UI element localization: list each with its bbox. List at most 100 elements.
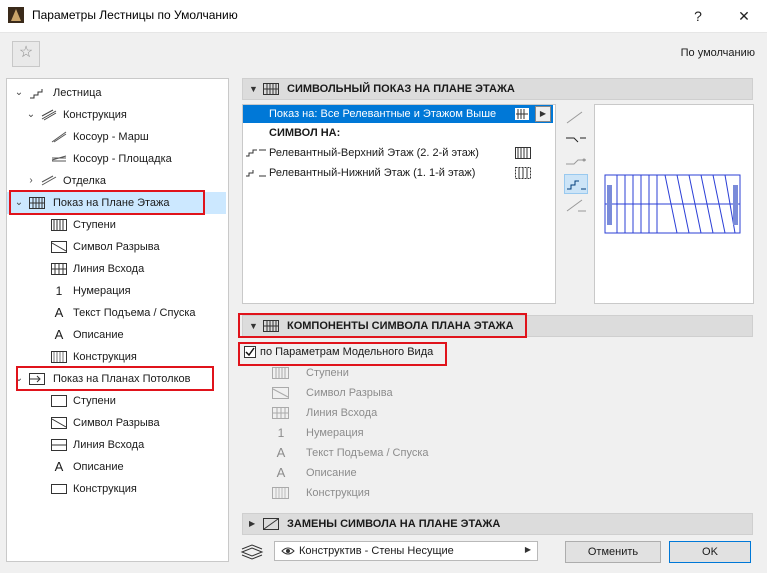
break-mark-icon [272, 387, 290, 399]
structure-icon [41, 109, 57, 121]
floor-plan-icon [263, 83, 279, 95]
default-label: По умолчанию [680, 47, 755, 59]
rcp-description-icon: A [54, 459, 64, 474]
break-mark-icon [51, 241, 67, 253]
tree-item-label: Описание [73, 461, 124, 473]
component-label: Линия Всхода [306, 407, 378, 419]
component-label: Символ Разрыва [306, 387, 393, 399]
symbol-row-label: Релевантный-Верхний Этаж (2. 2-й этаж) [269, 147, 479, 159]
chevron-down-icon[interactable]: ⌄ [25, 104, 37, 126]
tree-item-label: Косоур - Площадка [73, 153, 172, 165]
tree-item-structure-plan[interactable]: Конструкция [7, 346, 226, 368]
treads-icon [51, 219, 67, 231]
numbering-icon: 1 [277, 426, 285, 440]
view-lower-selected-icon[interactable] [564, 174, 588, 194]
show-on-label: Показ на: Все Релевантные и Этажом Выше [269, 108, 497, 120]
tree-item-label: Отделка [63, 175, 106, 187]
overrides-panel-header[interactable]: ▶ ЗАМЕНЫ СИМВОЛА НА ПЛАНЕ ЭТАЖА [242, 513, 753, 535]
panel-title: СИМВОЛЬНЫЙ ПОКАЗ НА ПЛАНЕ ЭТАЖА [287, 83, 515, 95]
tree-item-label: Нумерация [73, 285, 131, 297]
rcp-break-mark-icon [51, 417, 67, 429]
symbol-view-toolbar [562, 104, 588, 302]
tree-item-label: Ступени [73, 395, 116, 407]
tree-item-finish[interactable]: › Отделка [7, 170, 226, 192]
tree-item-rcp-break-mark[interactable]: Символ Разрыва [7, 412, 226, 434]
floor-plan-icon [515, 108, 529, 120]
tree-item-rcp-walking-line[interactable]: Линия Всхода [7, 434, 226, 456]
tree-item-break-mark[interactable]: Символ Разрыва [7, 236, 226, 258]
settings-tree: ⌄ Лестница ⌄ Конструкция Косоур - Марш К… [6, 78, 229, 562]
highlight-box-components [238, 313, 527, 338]
symbol-display-list: Показ на: Все Релевантные и Этажом Выше … [242, 104, 556, 304]
treads-icon [515, 147, 531, 159]
eye-icon [281, 545, 295, 557]
view-lower-icon[interactable] [564, 196, 588, 216]
show-on-row[interactable]: Показ на: Все Релевантные и Этажом Выше … [243, 105, 553, 123]
tree-item-description[interactable]: A Описание [7, 324, 226, 346]
expand-triangle-icon[interactable]: ▶ [249, 519, 255, 528]
upper-story-icon [245, 147, 267, 159]
tree-item-treads[interactable]: Ступени [7, 214, 226, 236]
finish-icon [41, 175, 57, 187]
tree-item-structure[interactable]: ⌄ Конструкция [7, 104, 226, 126]
tree-item-label: Символ Разрыва [73, 417, 160, 429]
description-icon: A [276, 465, 286, 480]
cancel-button[interactable]: Отменить [565, 541, 661, 563]
component-label: Описание [306, 467, 357, 479]
model-view-value: Конструктив - Стены Несущие [299, 545, 454, 557]
tree-item-label: Косоур - Марш [73, 131, 149, 143]
walking-line-icon [272, 407, 290, 419]
tree-item-up-down-text[interactable]: A Текст Подъема / Спуска [7, 302, 226, 324]
view-upper-icon[interactable] [564, 108, 588, 128]
close-button[interactable]: ✕ [732, 4, 756, 28]
tree-item-numbering[interactable]: 1 Нумерация [7, 280, 226, 302]
tree-item-label: Описание [73, 329, 124, 341]
help-button[interactable]: ? [686, 4, 710, 28]
model-view-combo[interactable]: Конструктив - Стены Несущие ▶ [274, 541, 538, 561]
layers-icon [240, 542, 264, 560]
tree-item-label: Линия Всхода [73, 263, 145, 275]
rcp-treads-icon [51, 395, 67, 407]
component-label: Конструкция [306, 487, 370, 499]
component-label: Текст Подъема / Спуска [306, 447, 429, 459]
tree-item-label: Ступени [73, 219, 116, 231]
component-label: Нумерация [306, 427, 364, 439]
break-mark-icon [515, 167, 531, 179]
app-icon [8, 7, 24, 23]
symbol-row-lower[interactable]: Релевантный-Нижний Этаж (1. 1-й этаж) [243, 163, 553, 183]
symbol-display-panel-header[interactable]: ▼ СИМВОЛЬНЫЙ ПОКАЗ НА ПЛАНЕ ЭТАЖА [242, 78, 753, 100]
structure-plan-icon [51, 351, 67, 363]
symbol-row-label: Релевантный-Нижний Этаж (1. 1-й этаж) [269, 167, 476, 179]
tree-item-label: Лестница [53, 87, 102, 99]
view-middle-icon[interactable] [564, 152, 588, 172]
arrow-right-icon[interactable]: ▶ [535, 106, 551, 122]
up-down-text-icon: A [276, 445, 286, 460]
rcp-structure-icon [51, 483, 67, 495]
tree-item-rcp-description[interactable]: A Описание [7, 456, 226, 478]
tree-item-stringer-landing[interactable]: Косоур - Площадка [7, 148, 226, 170]
collapse-triangle-icon[interactable]: ▼ [249, 84, 258, 94]
up-down-text-icon: A [54, 305, 64, 320]
component-label: Ступени [306, 367, 349, 379]
tree-item-stair[interactable]: ⌄ Лестница [7, 82, 226, 104]
stair-icon [29, 87, 45, 99]
window-title: Параметры Лестницы по Умолчанию [32, 8, 238, 22]
combo-arrow-icon: ▶ [524, 545, 531, 554]
highlight-box-floor-plan [9, 190, 205, 215]
tree-item-walking-line[interactable]: Линия Всхода [7, 258, 226, 280]
tree-item-rcp-treads[interactable]: Ступени [7, 390, 226, 412]
chevron-down-icon[interactable]: ⌄ [13, 82, 25, 104]
symbol-on-label: СИМВОЛ НА: [269, 127, 341, 139]
override-icon [263, 518, 279, 530]
ok-button[interactable]: OK [669, 541, 751, 563]
numbering-icon: 1 [55, 284, 63, 298]
tree-item-stringer-flight[interactable]: Косоур - Марш [7, 126, 226, 148]
view-upper-full-icon[interactable] [564, 130, 588, 150]
tree-item-rcp-structure[interactable]: Конструкция [7, 478, 226, 500]
symbol-row-upper[interactable]: Релевантный-Верхний Этаж (2. 2-й этаж) [243, 143, 553, 163]
title-bar: Параметры Лестницы по Умолчанию ? ✕ [0, 0, 767, 33]
tree-item-label: Символ Разрыва [73, 241, 160, 253]
chevron-right-icon[interactable]: › [25, 170, 37, 192]
favorites-star-button[interactable]: ☆ [12, 41, 40, 67]
structure-icon [272, 487, 290, 499]
